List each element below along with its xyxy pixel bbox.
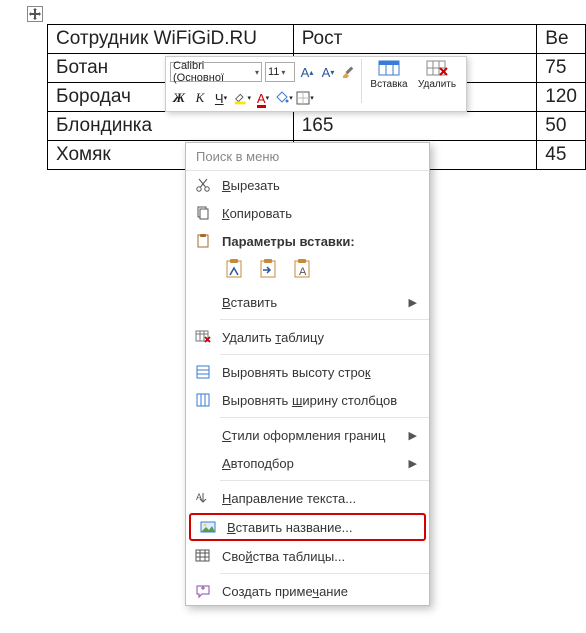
- borders-button[interactable]: ▾: [296, 89, 314, 107]
- insert-table-icon: [378, 59, 400, 79]
- table-move-handle[interactable]: [27, 6, 43, 22]
- menu-divider: [220, 417, 429, 418]
- menu-item-distribute-cols[interactable]: Выровнять ширину столбцов: [186, 386, 429, 414]
- menu-item-label: Выровнять ширину столбцов: [222, 393, 419, 408]
- menu-item-label: Копировать: [222, 206, 419, 221]
- highlight-button[interactable]: ▾: [233, 89, 251, 107]
- chevron-right-icon: ▶: [409, 429, 417, 442]
- chevron-right-icon: ▶: [409, 296, 417, 309]
- chevron-down-icon: ▾: [255, 68, 259, 77]
- cell[interactable]: 75: [537, 54, 586, 83]
- paste-option-keep-formatting[interactable]: [222, 256, 248, 282]
- menu-item-label: Вставить: [222, 295, 399, 310]
- header-cell[interactable]: Сотрудник WiFiGiD.RU: [48, 25, 294, 54]
- cell[interactable]: 50: [537, 112, 586, 141]
- cell[interactable]: 45: [537, 141, 586, 170]
- font-color-button[interactable]: A▾: [254, 89, 272, 107]
- insert-label: Вставка: [370, 79, 407, 90]
- italic-button[interactable]: К: [191, 89, 209, 107]
- menu-divider: [220, 573, 429, 574]
- increase-font-icon[interactable]: A▴: [298, 63, 316, 81]
- menu-item-copy[interactable]: Копировать: [186, 199, 429, 227]
- delete-button[interactable]: Удалить: [413, 59, 461, 111]
- chevron-down-icon: ▾: [281, 68, 285, 77]
- svg-text:A: A: [299, 266, 307, 278]
- menu-search[interactable]: Поиск в меню: [186, 143, 429, 171]
- menu-item-label: Стили оформления границ: [222, 428, 399, 443]
- shading-button[interactable]: ▾: [275, 89, 293, 107]
- menu-item-label: Направление текста...: [222, 491, 419, 506]
- menu-item-insert-caption[interactable]: Вставить название...: [189, 513, 426, 541]
- delete-table-icon: [426, 59, 448, 79]
- paste-options-row: A: [186, 252, 429, 288]
- distribute-cols-icon: [194, 391, 212, 409]
- menu-item-autofit[interactable]: Автоподбор ▶: [186, 449, 429, 477]
- font-family-select[interactable]: Calibri (Основної▾: [170, 62, 262, 82]
- context-menu: Поиск в меню Вырезать Копировать Парамет…: [185, 142, 430, 606]
- font-size-value: 11: [268, 66, 279, 78]
- text-direction-icon: A: [194, 489, 212, 507]
- cell[interactable]: 165: [293, 112, 537, 141]
- menu-item-paste[interactable]: Вставить ▶: [186, 288, 429, 316]
- picture-icon: [199, 518, 217, 536]
- chevron-right-icon: ▶: [409, 457, 417, 470]
- menu-item-label: Вырезать: [222, 178, 419, 193]
- menu-item-label: Автоподбор: [222, 456, 399, 471]
- paste-option-merge-formatting[interactable]: [256, 256, 282, 282]
- table-row: Блондинка 165 50: [48, 112, 586, 141]
- table-properties-icon: [194, 547, 212, 565]
- insert-button[interactable]: Вставка: [365, 59, 413, 111]
- delete-table-icon: [194, 328, 212, 346]
- copy-icon: [194, 204, 212, 222]
- menu-item-label: Выровнять высоту строк: [222, 365, 419, 380]
- decrease-font-icon[interactable]: A▾: [319, 63, 337, 81]
- clipboard-icon: [194, 232, 212, 250]
- menu-item-label: Параметры вставки:: [222, 234, 419, 249]
- font-size-select[interactable]: 11▾: [265, 62, 295, 82]
- menu-item-text-direction[interactable]: A Направление текста...: [186, 484, 429, 512]
- menu-item-delete-table[interactable]: Удалить таблицу: [186, 323, 429, 351]
- bold-button[interactable]: Ж: [170, 89, 188, 107]
- mini-toolbar: Calibri (Основної▾ 11▾ A▴ A▾ Ж К Ч▾ ▾: [165, 56, 467, 112]
- menu-item-label: Удалить таблицу: [222, 330, 419, 345]
- comment-icon: [194, 582, 212, 600]
- menu-item-label: Вставить название...: [227, 520, 414, 535]
- header-cell[interactable]: Ве: [537, 25, 586, 54]
- menu-item-distribute-rows[interactable]: Выровнять высоту строк: [186, 358, 429, 386]
- cell[interactable]: Блондинка: [48, 112, 294, 141]
- menu-divider: [220, 354, 429, 355]
- menu-divider: [220, 319, 429, 320]
- header-cell[interactable]: Рост: [293, 25, 537, 54]
- delete-label: Удалить: [418, 79, 456, 90]
- font-family-value: Calibri (Основної: [173, 60, 253, 84]
- menu-item-label: Свойства таблицы...: [222, 549, 419, 564]
- format-painter-icon[interactable]: [340, 63, 358, 81]
- distribute-rows-icon: [194, 363, 212, 381]
- underline-button[interactable]: Ч▾: [212, 89, 230, 107]
- paste-option-text-only[interactable]: A: [290, 256, 316, 282]
- menu-item-cut[interactable]: Вырезать: [186, 171, 429, 199]
- menu-item-label: Создать примечание: [222, 584, 419, 599]
- paste-options-heading: Параметры вставки:: [186, 227, 429, 252]
- scissors-icon: [194, 176, 212, 194]
- menu-item-new-comment[interactable]: Создать примечание: [186, 577, 429, 605]
- table-header-row: Сотрудник WiFiGiD.RU Рост Ве: [48, 25, 586, 54]
- menu-item-border-styles[interactable]: Стили оформления границ ▶: [186, 421, 429, 449]
- cell[interactable]: 120: [537, 83, 586, 112]
- menu-item-table-properties[interactable]: Свойства таблицы...: [186, 542, 429, 570]
- menu-divider: [220, 480, 429, 481]
- move-icon: [29, 8, 41, 20]
